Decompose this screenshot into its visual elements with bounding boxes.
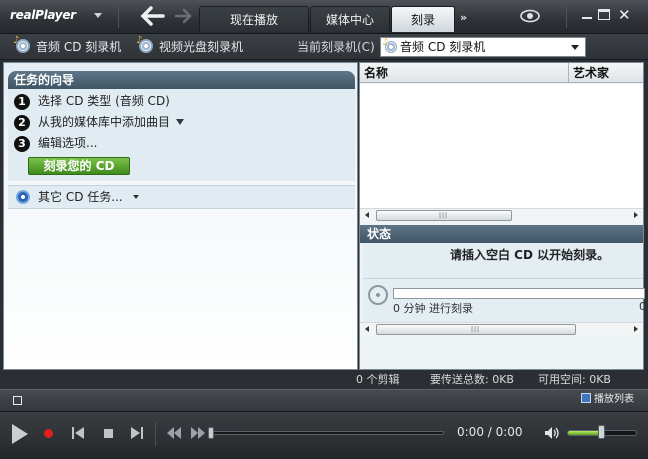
video-disc-burner-label: 视频光盘刻录机	[159, 40, 244, 54]
chevron-down-icon[interactable]	[571, 45, 579, 50]
free-space: 可用空间: 0KB	[538, 373, 611, 386]
title-bar: realPlayer 现在播放 媒体中心 刻录 » ✕	[0, 0, 648, 34]
fast-forward-icon[interactable]	[191, 427, 205, 439]
step-label: 从我的媒体库中添加曲目	[38, 115, 171, 129]
task-wizard-panel: 任务的向导 1 选择 CD 类型 (音频 CD) 2 从我的媒体库中添加曲目 3 编辑…	[3, 62, 358, 370]
scroll-right-icon[interactable]	[634, 326, 638, 332]
rewind-icon[interactable]	[167, 427, 181, 439]
next-track-icon[interactable]	[131, 427, 143, 439]
scroll-right-icon[interactable]	[634, 212, 638, 218]
video-disc-burner-button[interactable]: ♪ 视频光盘刻录机	[136, 34, 244, 60]
status-title: 状态	[360, 225, 643, 243]
toggle-view-icon[interactable]	[13, 396, 22, 405]
track-list[interactable]	[360, 84, 643, 208]
column-header-artist[interactable]: 艺术家	[569, 63, 644, 83]
eye-icon[interactable]	[520, 9, 540, 23]
audio-cd-icon: ♪	[13, 36, 30, 53]
forward-arrow-icon[interactable]	[172, 4, 194, 28]
column-header-name[interactable]: 名称	[360, 63, 569, 83]
grip-icon: |||	[471, 326, 481, 333]
step-number-icon: 2	[14, 115, 30, 131]
track-list-scrollbar[interactable]: |||	[360, 208, 643, 222]
current-burner-select[interactable]: ♪ 音频 CD 刻录机	[380, 37, 586, 57]
divider	[363, 278, 643, 279]
audio-cd-burner-label: 音频 CD 刻录机	[36, 40, 122, 54]
scrollbar-thumb[interactable]: |||	[376, 210, 512, 221]
realplayer-logo: realPlayer	[10, 8, 76, 22]
current-burner-value: 音频 CD 刻录机	[400, 40, 486, 54]
step-label: 选择 CD 类型 (音频 CD)	[38, 94, 170, 108]
clip-count: 0 个剪辑	[356, 373, 400, 386]
seek-handle[interactable]	[208, 427, 214, 439]
wizard-steps: 1 选择 CD 类型 (音频 CD) 2 从我的媒体库中添加曲目 3 编辑选项... …	[8, 89, 355, 181]
burn-list-panel: 名称 艺术家 ||| 状态 请插入空白 CD 以开始刻录。 0 分钟 进行刻录 …	[359, 62, 646, 370]
maximize-icon[interactable]	[598, 9, 610, 20]
disc-icon	[368, 285, 388, 305]
dropdown-arrow-icon	[132, 195, 139, 199]
seek-bar[interactable]	[208, 427, 444, 439]
tab-media-library[interactable]: 媒体中心	[310, 6, 390, 32]
back-arrow-icon[interactable]	[140, 4, 166, 28]
minimize-icon[interactable]	[580, 7, 594, 23]
tab-burn[interactable]: 刻录	[391, 6, 455, 32]
tab-now-playing[interactable]: 现在播放	[199, 6, 309, 32]
video-disc-icon: ♪	[136, 36, 153, 53]
more-tabs-button[interactable]: »	[460, 11, 467, 24]
other-cd-tasks-label: 其它 CD 任务...	[38, 190, 123, 204]
burn-cd-button[interactable]: 刻录您的 CD	[28, 157, 130, 175]
wizard-title: 任务的向导	[8, 71, 355, 89]
dropdown-arrow-icon[interactable]	[176, 119, 185, 125]
status-scrollbar[interactable]: |||	[360, 322, 643, 336]
divider	[566, 6, 567, 28]
lower-bar: 播放列表	[0, 389, 648, 411]
step-number-icon: 3	[14, 136, 30, 152]
other-cd-tasks-menu[interactable]: 其它 CD 任务...	[8, 185, 355, 209]
stop-icon[interactable]	[104, 429, 113, 438]
play-icon[interactable]	[12, 424, 28, 444]
volume-level	[568, 431, 602, 435]
volume-icon[interactable]	[544, 426, 560, 440]
close-icon[interactable]: ✕	[618, 6, 631, 24]
burn-progress-text: 0 分钟 进行刻录	[393, 302, 473, 315]
burn-progress-value: 0	[639, 300, 646, 313]
playlist-icon	[581, 393, 591, 403]
step-choose-cd-type[interactable]: 1 选择 CD 类型 (音频 CD)	[14, 92, 170, 110]
scroll-left-icon[interactable]	[365, 212, 369, 218]
divider	[118, 6, 119, 28]
scrollbar-thumb[interactable]: |||	[376, 324, 576, 335]
audio-cd-burner-button[interactable]: ♪ 音频 CD 刻录机	[13, 34, 122, 60]
burner-toolbar: ♪ 音频 CD 刻录机 ♪ 视频光盘刻录机 当前刻录机(C) ♪ 音频 CD 刻录机	[0, 34, 648, 60]
divider	[155, 422, 156, 446]
burn-progress-bar	[393, 288, 645, 299]
step-edit-options[interactable]: 3 编辑选项...	[14, 134, 97, 152]
previous-track-icon[interactable]	[72, 427, 84, 439]
time-display: 0:00 / 0:00	[457, 425, 523, 439]
current-burner-label: 当前刻录机(C)	[297, 40, 375, 54]
step-add-tracks[interactable]: 2 从我的媒体库中添加曲目	[14, 113, 185, 131]
step-number-icon: 1	[14, 94, 30, 110]
audio-cd-icon: ♪	[382, 38, 397, 53]
playlist-button[interactable]: 播放列表	[581, 393, 634, 407]
volume-handle[interactable]	[598, 425, 605, 439]
step-label: 编辑选项...	[38, 136, 98, 150]
app-menu-dropdown-icon[interactable]	[94, 13, 102, 18]
burn-info-bar: 0 个剪辑 要传送总数: 0KB 可用空间: 0KB	[0, 371, 648, 389]
record-icon[interactable]	[44, 429, 53, 438]
track-list-header: 名称 艺术家	[360, 63, 643, 83]
status-message: 请插入空白 CD 以开始刻录。	[450, 248, 610, 262]
scroll-left-icon[interactable]	[365, 326, 369, 332]
tasks-gear-icon	[16, 190, 30, 204]
status-panel: 请插入空白 CD 以开始刻录。 0 分钟 进行刻录 0	[363, 243, 646, 323]
playlist-label: 播放列表	[594, 394, 634, 405]
total-to-transfer: 要传送总数: 0KB	[430, 373, 514, 386]
grip-icon: |||	[439, 212, 449, 219]
transport-controls: 0:00 / 0:00	[0, 411, 648, 459]
